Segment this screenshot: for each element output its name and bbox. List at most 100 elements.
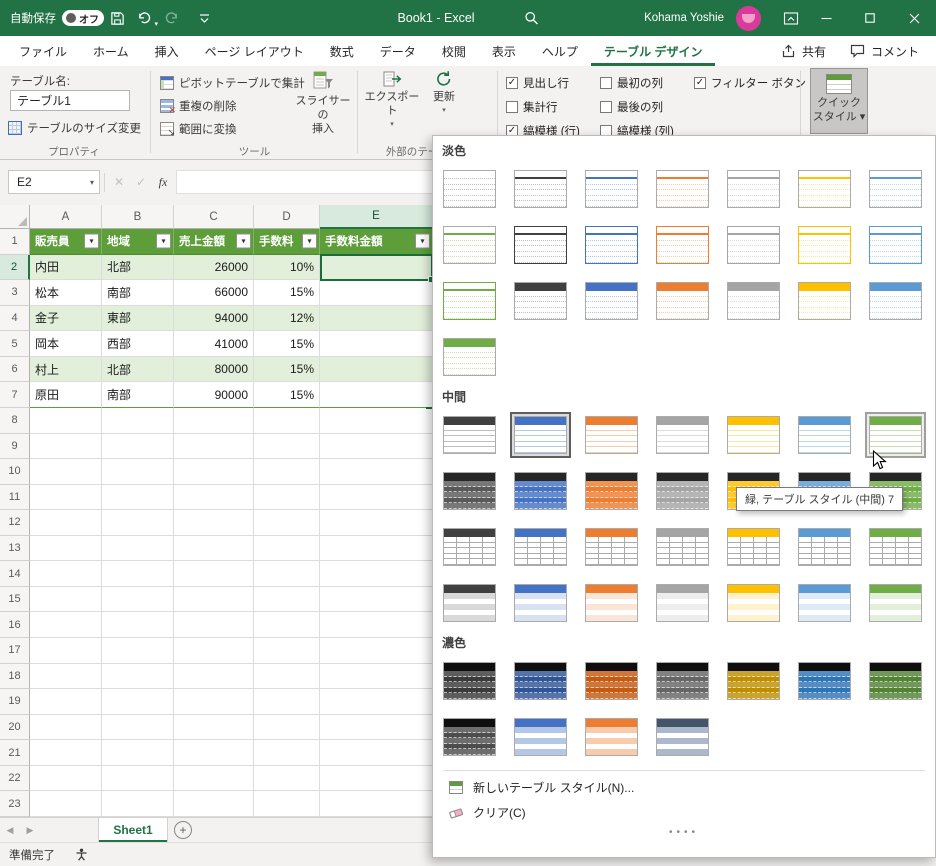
cell-C8[interactable] xyxy=(174,407,254,434)
cell-A15[interactable] xyxy=(30,586,102,613)
tab-table-design[interactable]: テーブル デザイン xyxy=(591,36,716,66)
cell-B17[interactable] xyxy=(102,638,174,664)
checkbox-unchecked-icon[interactable] xyxy=(506,101,518,113)
option-filter-button[interactable]: フィルター ボタン xyxy=(694,75,806,91)
cell-E10[interactable] xyxy=(320,459,433,485)
table-style-dark-5[interactable] xyxy=(723,658,784,704)
cell-D21[interactable] xyxy=(254,740,320,766)
cell-B23[interactable] xyxy=(102,791,174,817)
checkbox-checked-icon[interactable] xyxy=(506,77,518,89)
cell-B14[interactable] xyxy=(102,561,174,587)
cell-A22[interactable] xyxy=(30,765,102,792)
name-box-dropdown-icon[interactable]: ▾ xyxy=(90,178,94,187)
table-style-dark-11[interactable] xyxy=(652,714,713,760)
cell-B15[interactable] xyxy=(102,586,174,613)
cell-B22[interactable] xyxy=(102,765,174,792)
table-style-medium-20[interactable] xyxy=(794,524,855,570)
row-header-10[interactable]: 10 xyxy=(0,459,30,485)
table-style-dark-10[interactable] xyxy=(581,714,642,760)
filter-button-A1[interactable]: ▾ xyxy=(84,233,99,249)
new-table-style-menu-item[interactable]: 新しいテーブル スタイル(N)... xyxy=(439,775,929,800)
cell-E19[interactable] xyxy=(320,689,433,715)
accessibility-status-icon[interactable] xyxy=(75,848,88,861)
cell-C2[interactable]: 26000 xyxy=(174,254,254,281)
cell-C12[interactable] xyxy=(174,510,254,536)
row-header-3[interactable]: 3 xyxy=(0,280,30,306)
cell-D13[interactable] xyxy=(254,535,320,562)
cell-B4[interactable]: 東部 xyxy=(102,305,174,332)
cell-B5[interactable]: 西部 xyxy=(102,331,174,357)
cell-A19[interactable] xyxy=(30,689,102,715)
row-header-4[interactable]: 4 xyxy=(0,305,30,332)
cell-C23[interactable] xyxy=(174,791,254,817)
cell-A23[interactable] xyxy=(30,791,102,817)
column-header-C[interactable]: C xyxy=(174,205,254,229)
sheet-tab-sheet1[interactable]: Sheet1 xyxy=(98,818,168,842)
table-style-light-16[interactable] xyxy=(581,278,642,324)
option-last-column[interactable]: 最後の列 xyxy=(600,99,663,115)
tab-help[interactable]: ヘルプ xyxy=(529,36,591,66)
export-button[interactable]: エクスポート ▾ xyxy=(361,70,423,132)
summarize-with-pivottable-button[interactable]: ピボットテーブルで集計 xyxy=(160,75,305,91)
row-header-5[interactable]: 5 xyxy=(0,331,30,357)
table-style-light-11[interactable] xyxy=(723,222,784,268)
undo-button[interactable]: ▾ xyxy=(131,0,158,36)
cell-C22[interactable] xyxy=(174,765,254,792)
filter-button-B1[interactable]: ▾ xyxy=(156,233,171,249)
cancel-entry-button[interactable]: ✕ xyxy=(108,170,130,194)
table-style-dark-6[interactable] xyxy=(794,658,855,704)
row-header-18[interactable]: 18 xyxy=(0,663,30,690)
cell-D4[interactable]: 12% xyxy=(254,305,320,332)
row-header-2[interactable]: 2 xyxy=(0,254,30,281)
table-style-dark-4[interactable] xyxy=(652,658,713,704)
table-style-light-13[interactable] xyxy=(865,222,926,268)
cell-C19[interactable] xyxy=(174,689,254,715)
table-style-dark-3[interactable] xyxy=(581,658,642,704)
cell-D7[interactable]: 15% xyxy=(254,382,320,408)
comments-button[interactable]: コメント xyxy=(841,40,928,63)
filter-button-D1[interactable]: ▾ xyxy=(302,233,317,249)
cell-D6[interactable]: 15% xyxy=(254,356,320,383)
tab-review[interactable]: 校閲 xyxy=(429,36,479,66)
table-style-medium-10[interactable] xyxy=(581,468,642,514)
table-style-medium-26[interactable] xyxy=(723,580,784,626)
select-all-corner[interactable] xyxy=(0,205,30,229)
cell-A7[interactable]: 原田 xyxy=(30,382,102,408)
table-style-light-6[interactable] xyxy=(865,166,926,212)
cell-B3[interactable]: 南部 xyxy=(102,280,174,306)
cell-C20[interactable] xyxy=(174,714,254,741)
minimize-button[interactable] xyxy=(804,0,848,36)
tab-formulas[interactable]: 数式 xyxy=(317,36,367,66)
table-style-light-10[interactable] xyxy=(652,222,713,268)
cell-C21[interactable] xyxy=(174,740,254,766)
cell-A16[interactable] xyxy=(30,612,102,639)
cell-A12[interactable] xyxy=(30,510,102,536)
row-header-11[interactable]: 11 xyxy=(0,484,30,511)
option-first-column[interactable]: 最初の列 xyxy=(600,75,663,91)
row-header-9[interactable]: 9 xyxy=(0,433,30,460)
cell-C15[interactable] xyxy=(174,586,254,613)
cell-A4[interactable]: 金子 xyxy=(30,305,102,332)
cell-B10[interactable] xyxy=(102,459,174,485)
new-sheet-button[interactable]: + xyxy=(168,818,198,842)
cell-D10[interactable] xyxy=(254,459,320,485)
row-header-1[interactable]: 1 xyxy=(0,229,30,255)
cell-D3[interactable]: 15% xyxy=(254,280,320,306)
table-style-medium-5[interactable] xyxy=(723,412,784,458)
table-style-dark-7[interactable] xyxy=(865,658,926,704)
table-style-light-1[interactable] xyxy=(510,166,571,212)
cell-B7[interactable]: 南部 xyxy=(102,382,174,408)
name-box[interactable]: E2 ▾ xyxy=(8,170,100,194)
table-style-medium-25[interactable] xyxy=(652,580,713,626)
table-style-medium-23[interactable] xyxy=(510,580,571,626)
cell-B13[interactable] xyxy=(102,535,174,562)
insert-function-button[interactable]: fx xyxy=(152,170,174,194)
table-style-medium-17[interactable] xyxy=(581,524,642,570)
cell-E4[interactable] xyxy=(320,305,433,332)
table-style-medium-19[interactable] xyxy=(723,524,784,570)
cell-E11[interactable] xyxy=(320,484,433,511)
sheet-nav-right-icon[interactable]: ▶ xyxy=(20,818,40,842)
table-style-light-20[interactable] xyxy=(865,278,926,324)
close-button[interactable] xyxy=(892,0,936,36)
cell-B8[interactable] xyxy=(102,407,174,434)
